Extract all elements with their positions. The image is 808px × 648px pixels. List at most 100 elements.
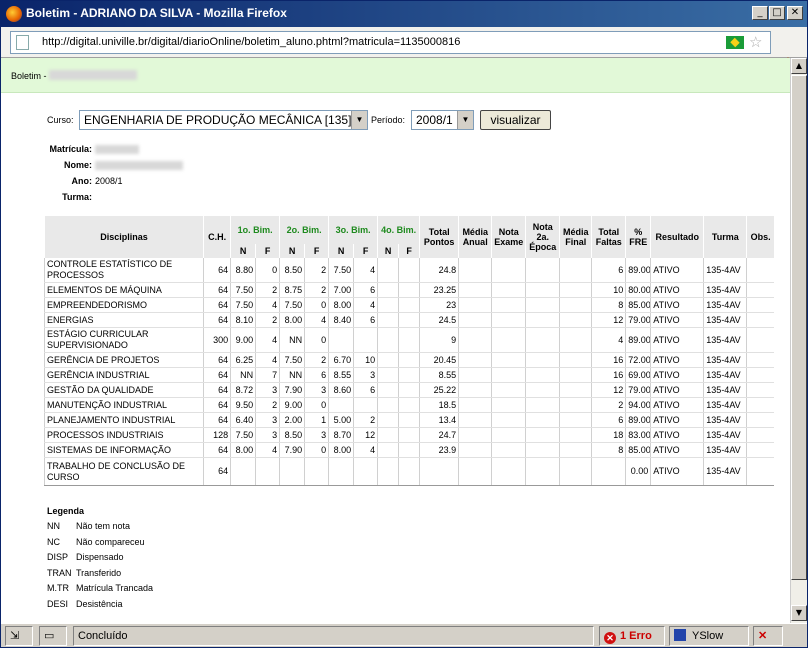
cell-tf: 6 bbox=[591, 412, 626, 428]
error-indicator[interactable]: ✕ 1 Erro bbox=[599, 626, 665, 646]
cell-fre: 94.00 bbox=[625, 397, 651, 413]
cell-f1: 0 bbox=[255, 258, 280, 283]
cell-f1 bbox=[255, 457, 280, 486]
close-button[interactable]: ✕ bbox=[787, 6, 803, 20]
cell-f3 bbox=[353, 327, 378, 353]
cell-f4 bbox=[398, 282, 420, 298]
header-n: N bbox=[279, 244, 305, 258]
cell-n2e bbox=[525, 258, 560, 283]
cell-n4 bbox=[377, 382, 399, 398]
cell-f1: 3 bbox=[255, 382, 280, 398]
cell-obs bbox=[746, 412, 774, 428]
resize-icon[interactable]: ⇲ bbox=[5, 626, 33, 646]
cell-f4 bbox=[398, 412, 420, 428]
cell-f2 bbox=[304, 457, 329, 486]
cell-n4 bbox=[377, 258, 399, 283]
periodo-select[interactable]: 2008/1 ▼ bbox=[411, 110, 474, 130]
curso-select[interactable]: ENGENHARIA DE PRODUÇÃO MECÂNICA [135] ▼ bbox=[79, 110, 368, 130]
cell-n2e bbox=[525, 312, 560, 328]
yslow-label: YSlow bbox=[692, 630, 724, 642]
cell-n4 bbox=[377, 297, 399, 313]
cell-ma bbox=[458, 457, 492, 486]
legend-item: M.TR Matrícula Trancada bbox=[47, 583, 153, 599]
minimize-button[interactable]: _ bbox=[752, 6, 768, 20]
cell-turma: 135-4AV bbox=[703, 412, 747, 428]
cell-n3: 8.00 bbox=[328, 297, 354, 313]
firefox-icon bbox=[6, 6, 22, 22]
cell-f2: 3 bbox=[304, 382, 329, 398]
vertical-scrollbar[interactable]: ▲ ▼ bbox=[790, 58, 807, 623]
cell-ch: 64 bbox=[203, 352, 231, 368]
curso-label: Curso: bbox=[47, 115, 74, 125]
url-input[interactable]: http://digital.univille.br/digital/diari… bbox=[10, 31, 771, 54]
ano-label: Ano: bbox=[71, 176, 93, 186]
header-nota-exame: Nota Exame bbox=[491, 216, 526, 258]
scroll-down-icon[interactable]: ▼ bbox=[791, 605, 807, 621]
legend-desc: Não compareceu bbox=[76, 536, 145, 547]
header-nota-2a-epoca: Nota 2a. Época bbox=[525, 216, 560, 258]
legend-code: NN bbox=[47, 521, 60, 531]
cell-obs bbox=[746, 352, 774, 368]
cell-ne bbox=[491, 427, 526, 443]
cell-ne bbox=[491, 442, 526, 458]
legend-title: Legenda bbox=[47, 506, 85, 516]
cell-f3: 6 bbox=[353, 282, 378, 298]
cell-turma: 135-4AV bbox=[703, 352, 747, 368]
table-row: ENERGIAS 64 8.10 2 8.00 4 8.40 6 24.5 12 79.00 ATIV… bbox=[43, 312, 774, 328]
yslow-button[interactable]: YSlow bbox=[669, 626, 749, 646]
cell-obs bbox=[746, 442, 774, 458]
cell-turma: 135-4AV bbox=[703, 427, 747, 443]
cell-tf: 18 bbox=[591, 427, 626, 443]
header-f: F bbox=[398, 244, 420, 258]
cell-turma: 135-4AV bbox=[703, 457, 747, 486]
header-media-final: Média Final bbox=[559, 216, 592, 258]
header-n: N bbox=[377, 244, 399, 258]
visualizar-button[interactable]: visualizar bbox=[480, 110, 551, 130]
cell-n1: 7.50 bbox=[230, 427, 256, 443]
cell-f4 bbox=[398, 397, 420, 413]
header-ch: C.H. bbox=[203, 216, 231, 258]
cell-ma bbox=[458, 442, 492, 458]
cell-f3: 10 bbox=[353, 352, 378, 368]
cell-f3 bbox=[353, 397, 378, 413]
cell-ch: 64 bbox=[203, 442, 231, 458]
cell-n3 bbox=[328, 397, 354, 413]
disabled-icon[interactable]: ✕ bbox=[753, 626, 783, 646]
page-content: Boletim - Curso: ENGENHARIA DE PRODUÇÃO … bbox=[1, 58, 790, 623]
table-row: TRABALHO DE CONCLUSÃO DE CURSO 64 0.00 ATIV… bbox=[43, 457, 774, 486]
cell-n4 bbox=[377, 442, 399, 458]
legend-item: NC Não compareceu bbox=[47, 537, 145, 553]
bookmark-star-icon[interactable]: ☆ bbox=[749, 33, 762, 51]
matricula-label: Matrícula: bbox=[49, 144, 92, 154]
cell-tp bbox=[419, 457, 459, 486]
cell-f4 bbox=[398, 367, 420, 383]
grades-table: Disciplinas C.H. 1o. Bim. 2o. Bim. 3o. B… bbox=[43, 216, 774, 486]
cell-res: ATIVO bbox=[650, 352, 704, 368]
screen-icon[interactable]: ▭ bbox=[39, 626, 67, 646]
cell-mf bbox=[559, 282, 592, 298]
cell-disc: EMPREENDEDORISMO bbox=[43, 297, 204, 313]
cell-n4 bbox=[377, 397, 399, 413]
cell-res: ATIVO bbox=[650, 412, 704, 428]
cell-disc: ESTÁGIO CURRICULAR SUPERVISIONADO bbox=[43, 327, 204, 353]
cell-f2: 0 bbox=[304, 442, 329, 458]
cell-f1: 4 bbox=[255, 297, 280, 313]
cell-tp: 8.55 bbox=[419, 367, 459, 383]
legend-item: DESI Desistência bbox=[47, 599, 123, 615]
cell-f4 bbox=[398, 258, 420, 283]
legend: Legenda NN Não tem nota NC Não compareceu DI… bbox=[47, 506, 153, 615]
cell-turma: 135-4AV bbox=[703, 382, 747, 398]
scroll-thumb[interactable] bbox=[791, 75, 807, 580]
table-row: ELEMENTOS DE MÁQUINA 64 7.50 2 8.75 2 7.00 6 23.… bbox=[43, 282, 774, 298]
cell-tf bbox=[591, 457, 626, 486]
cell-disc: ENERGIAS bbox=[43, 312, 204, 328]
cell-n2e bbox=[525, 412, 560, 428]
turma-label: Turma: bbox=[62, 192, 92, 202]
cell-mf bbox=[559, 297, 592, 313]
header-total-faltas: Total Faltas bbox=[591, 216, 626, 258]
cell-ch: 64 bbox=[203, 412, 231, 428]
cell-obs bbox=[746, 312, 774, 328]
maximize-button[interactable]: □ bbox=[769, 6, 785, 20]
cell-f1: 2 bbox=[255, 282, 280, 298]
scroll-up-icon[interactable]: ▲ bbox=[791, 58, 807, 74]
